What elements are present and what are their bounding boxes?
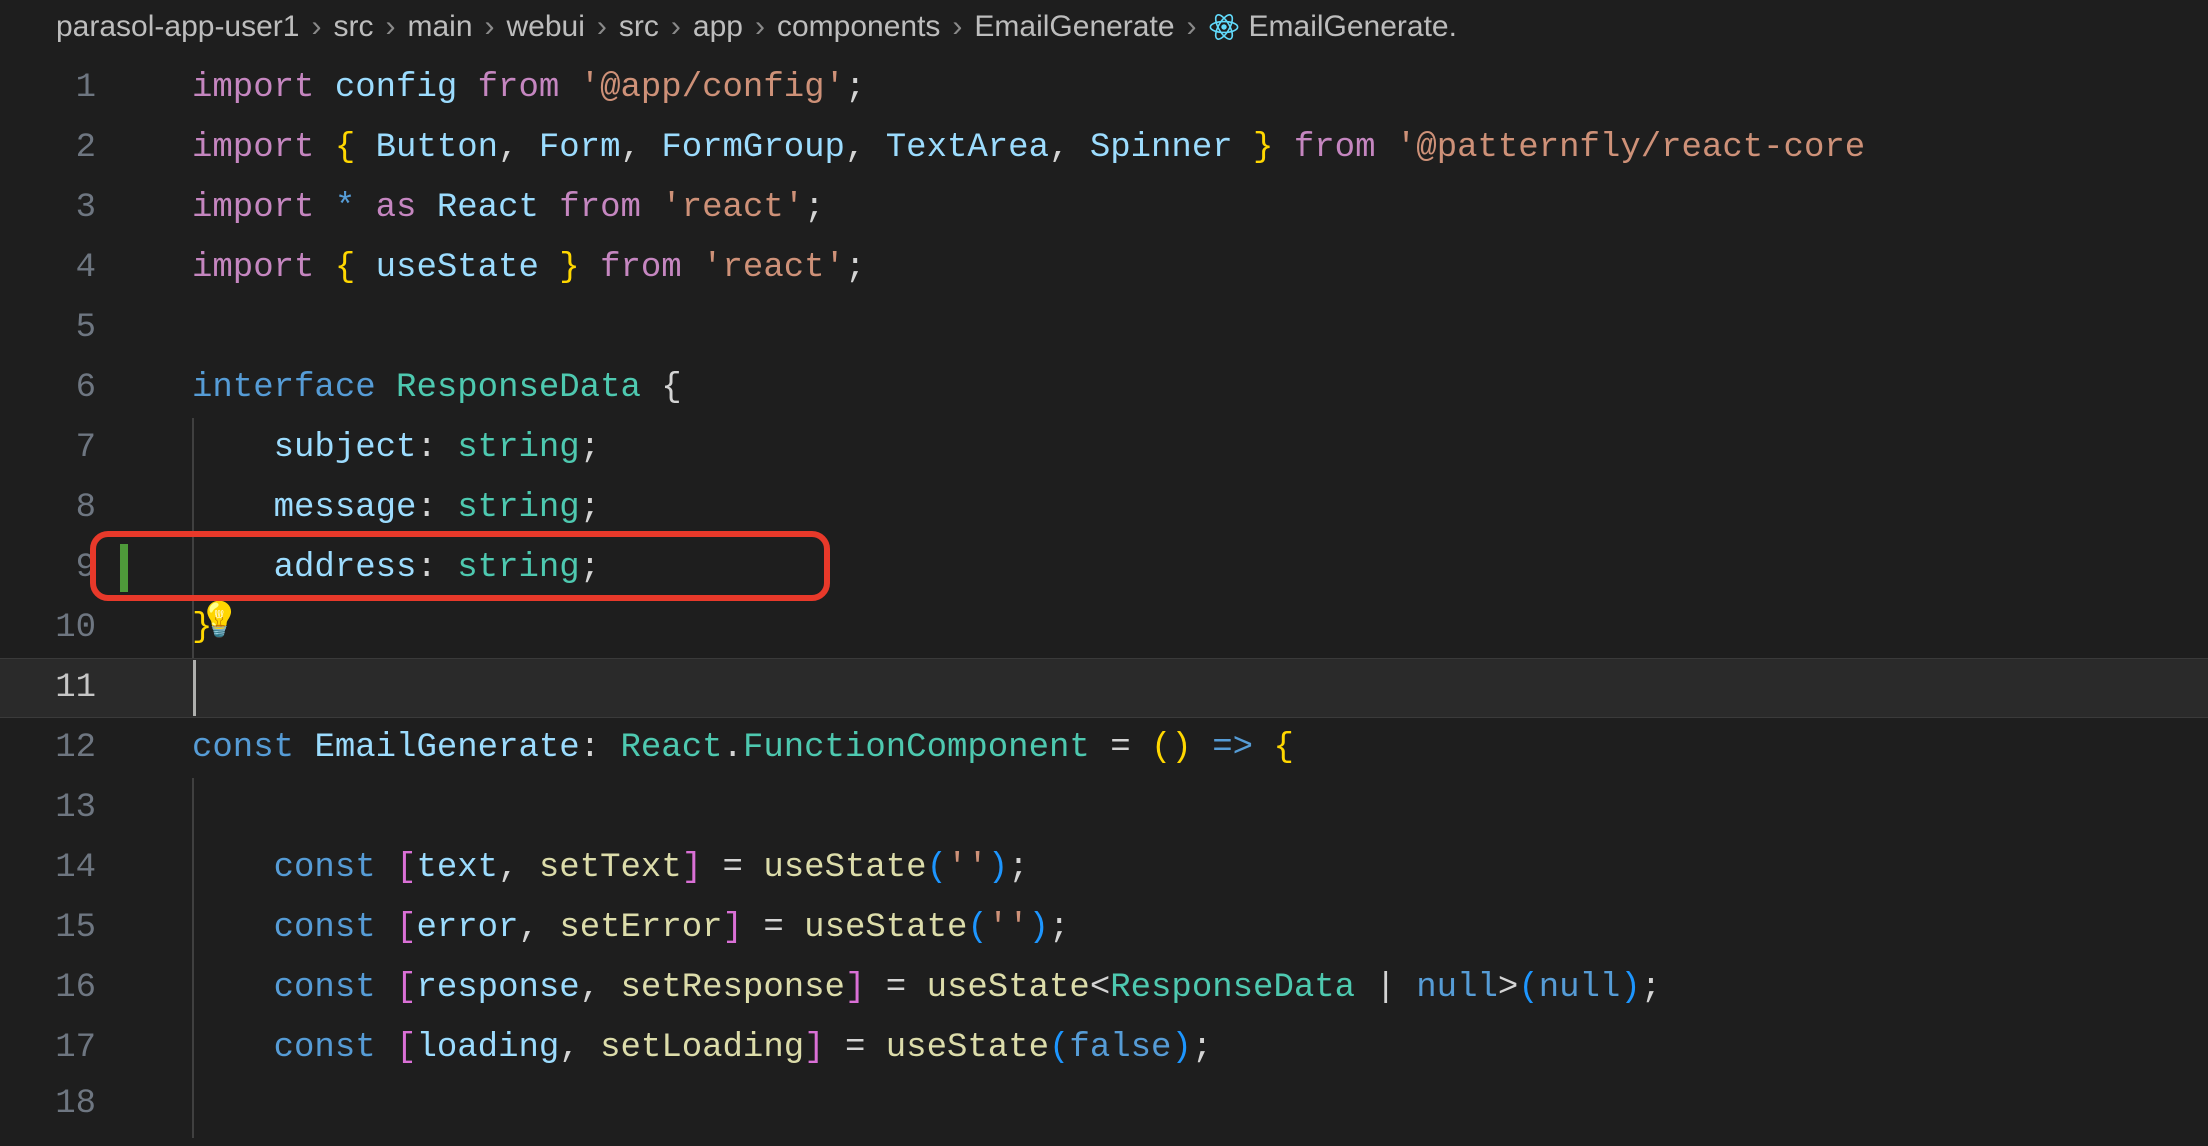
- code-line[interactable]: 15 const [error, setError] = useState(''…: [0, 898, 2208, 958]
- breadcrumb-item[interactable]: EmailGenerate: [974, 10, 1174, 44]
- line-number: 17: [0, 1018, 130, 1078]
- code-line[interactable]: 3import * as React from 'react';: [0, 178, 2208, 238]
- chevron-right-icon: ›: [755, 10, 765, 44]
- code-line[interactable]: 11: [0, 658, 2208, 718]
- breadcrumb-item[interactable]: src: [619, 10, 659, 44]
- line-number: 4: [0, 238, 130, 298]
- code-text[interactable]: const [loading, setLoading] = useState(f…: [130, 1018, 2208, 1078]
- code-line[interactable]: 12const EmailGenerate: React.FunctionCom…: [0, 718, 2208, 778]
- text-cursor: [193, 660, 196, 716]
- line-number: 16: [0, 958, 130, 1018]
- code-text[interactable]: const EmailGenerate: React.FunctionCompo…: [130, 718, 2208, 778]
- code-editor: parasol-app-user1 › src › main › webui ›…: [0, 0, 2208, 1146]
- line-number: 11: [0, 658, 130, 718]
- breadcrumb: parasol-app-user1 › src › main › webui ›…: [0, 0, 2208, 58]
- line-number: 12: [0, 718, 130, 778]
- line-number: 7: [0, 418, 130, 478]
- breadcrumb-item[interactable]: webui: [507, 10, 585, 44]
- code-text[interactable]: const [response, setResponse] = useState…: [130, 958, 2208, 1018]
- breadcrumb-item[interactable]: main: [407, 10, 472, 44]
- line-number: 5: [0, 298, 130, 358]
- breadcrumb-file[interactable]: EmailGenerate.: [1249, 10, 1457, 44]
- breadcrumb-item[interactable]: parasol-app-user1: [56, 10, 299, 44]
- code-text[interactable]: subject: string;: [130, 418, 2208, 478]
- code-line[interactable]: 9 address: string;: [0, 538, 2208, 598]
- breadcrumb-item[interactable]: components: [777, 10, 940, 44]
- code-line[interactable]: 16 const [response, setResponse] = useSt…: [0, 958, 2208, 1018]
- line-number: 15: [0, 898, 130, 958]
- chevron-right-icon: ›: [485, 10, 495, 44]
- line-number: 3: [0, 178, 130, 238]
- chevron-right-icon: ›: [311, 10, 321, 44]
- line-number: 14: [0, 838, 130, 898]
- code-line[interactable]: 17 const [loading, setLoading] = useStat…: [0, 1018, 2208, 1078]
- code-text[interactable]: [130, 1078, 2208, 1138]
- breadcrumb-item[interactable]: app: [693, 10, 743, 44]
- code-text[interactable]: const [error, setError] = useState('');: [130, 898, 2208, 958]
- code-area[interactable]: 1import config from '@app/config';2impor…: [0, 58, 2208, 1146]
- chevron-right-icon: ›: [1187, 10, 1197, 44]
- line-number: 1: [0, 58, 130, 118]
- code-text[interactable]: import { Button, Form, FormGroup, TextAr…: [130, 118, 2208, 178]
- chevron-right-icon: ›: [597, 10, 607, 44]
- git-gutter-added-icon: [120, 544, 128, 592]
- code-text[interactable]: import * as React from 'react';: [130, 178, 2208, 238]
- line-number: 8: [0, 478, 130, 538]
- code-text[interactable]: [130, 778, 2208, 838]
- code-line[interactable]: 10💡}: [0, 598, 2208, 658]
- code-line[interactable]: 6interface ResponseData {: [0, 358, 2208, 418]
- chevron-right-icon: ›: [952, 10, 962, 44]
- line-number: 6: [0, 358, 130, 418]
- line-number: 9: [0, 538, 130, 598]
- breadcrumb-item[interactable]: src: [333, 10, 373, 44]
- code-text[interactable]: const [text, setText] = useState('');: [130, 838, 2208, 898]
- line-number: 2: [0, 118, 130, 178]
- code-line[interactable]: 14 const [text, setText] = useState('');: [0, 838, 2208, 898]
- code-text[interactable]: address: string;: [130, 538, 2208, 598]
- code-line[interactable]: 7 subject: string;: [0, 418, 2208, 478]
- code-text[interactable]: import config from '@app/config';: [130, 58, 2208, 118]
- line-number: 10: [0, 598, 130, 658]
- code-line[interactable]: 4import { useState } from 'react';: [0, 238, 2208, 298]
- chevron-right-icon: ›: [671, 10, 681, 44]
- line-number: 13: [0, 778, 130, 838]
- code-line[interactable]: 18: [0, 1078, 2208, 1104]
- code-line[interactable]: 2import { Button, Form, FormGroup, TextA…: [0, 118, 2208, 178]
- code-line[interactable]: 5: [0, 298, 2208, 358]
- code-text[interactable]: message: string;: [130, 478, 2208, 538]
- chevron-right-icon: ›: [385, 10, 395, 44]
- code-line[interactable]: 1import config from '@app/config';: [0, 58, 2208, 118]
- code-text[interactable]: interface ResponseData {: [130, 358, 2208, 418]
- code-line[interactable]: 8 message: string;: [0, 478, 2208, 538]
- line-number: 18: [0, 1078, 130, 1130]
- code-text[interactable]: }: [130, 598, 2208, 658]
- react-file-icon: [1209, 12, 1239, 42]
- code-line[interactable]: 13: [0, 778, 2208, 838]
- code-text[interactable]: import { useState } from 'react';: [130, 238, 2208, 298]
